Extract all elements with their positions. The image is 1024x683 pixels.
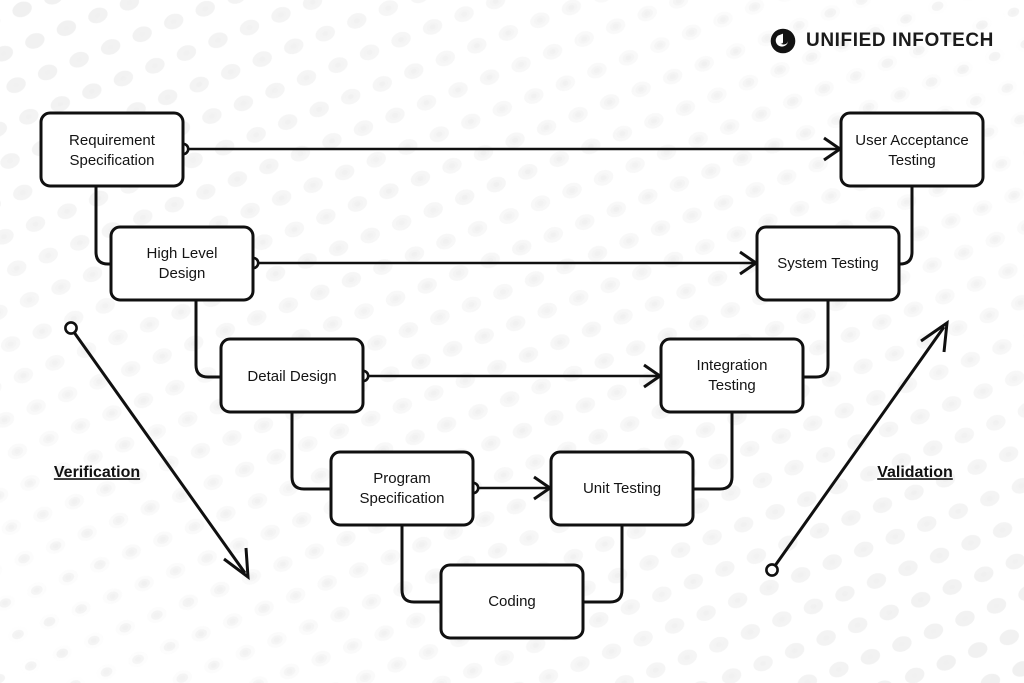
validation-label: Validation — [877, 464, 953, 481]
arrow-tail-dot — [64, 321, 78, 335]
arrow-requirement-to-uat — [176, 136, 843, 162]
unified-infotech-logo-icon — [770, 28, 796, 54]
node-label-line1: Integration — [697, 357, 768, 374]
node-system-testing[interactable]: System Testing — [755, 225, 901, 302]
connector-programspec-to-coding — [400, 525, 441, 604]
verification-label: Verification — [54, 464, 140, 481]
connector-detaildesign-to-programspec — [290, 412, 331, 491]
connector-coding-to-unittesting — [583, 525, 624, 604]
diagram-canvas: UNIFIED INFOTECH Requirement Specificati… — [0, 0, 1024, 683]
arrow-detaildesign-to-integration — [356, 363, 663, 389]
node-label-line2: Specification — [359, 490, 444, 507]
node-label-line1: User Acceptance — [855, 132, 968, 149]
verification-validation-arrows — [176, 136, 843, 501]
connector-requirement-to-highlevel — [94, 186, 111, 266]
connector-systemtesting-to-uat — [898, 186, 914, 266]
arrow-programspec-to-unittesting — [466, 475, 553, 501]
v-model-diagram: Requirement Specification High Level Des… — [39, 111, 985, 640]
node-high-level-design[interactable]: High Level Design — [109, 225, 255, 302]
node-label-line1: Coding — [488, 593, 536, 610]
arrowhead-icon — [920, 319, 949, 353]
arrow-tail-dot — [765, 563, 779, 577]
node-label-line1: Program — [373, 470, 431, 487]
connector-unittesting-to-integration — [693, 412, 734, 491]
node-unit-testing[interactable]: Unit Testing — [549, 450, 695, 527]
node-label-line1: High Level — [147, 245, 218, 262]
brand-logo: UNIFIED INFOTECH — [770, 28, 994, 54]
node-user-acceptance-testing[interactable]: User Acceptance Testing — [839, 111, 985, 188]
node-integration-testing[interactable]: Integration Testing — [659, 337, 805, 414]
node-label-line2: Design — [159, 265, 206, 282]
node-label-line1: Requirement — [69, 132, 156, 149]
brand-name: UNIFIED INFOTECH — [806, 30, 994, 51]
node-label-line2: Testing — [708, 377, 756, 394]
node-label-line1: Detail Design — [247, 368, 336, 385]
node-program-specification[interactable]: Program Specification — [329, 450, 475, 527]
node-label-line1: System Testing — [777, 255, 878, 272]
node-label-line1: Unit Testing — [583, 480, 661, 497]
node-coding[interactable]: Coding — [439, 563, 585, 640]
node-detail-design[interactable]: Detail Design — [219, 337, 365, 414]
node-label-line2: Specification — [69, 152, 154, 169]
connector-highlevel-to-detaildesign — [194, 300, 221, 379]
arrow-highleveldesign-to-system — [246, 250, 759, 276]
node-requirement-specification[interactable]: Requirement Specification — [39, 111, 185, 188]
connector-integration-to-systemtesting — [803, 300, 830, 379]
node-label-line2: Testing — [888, 152, 936, 169]
